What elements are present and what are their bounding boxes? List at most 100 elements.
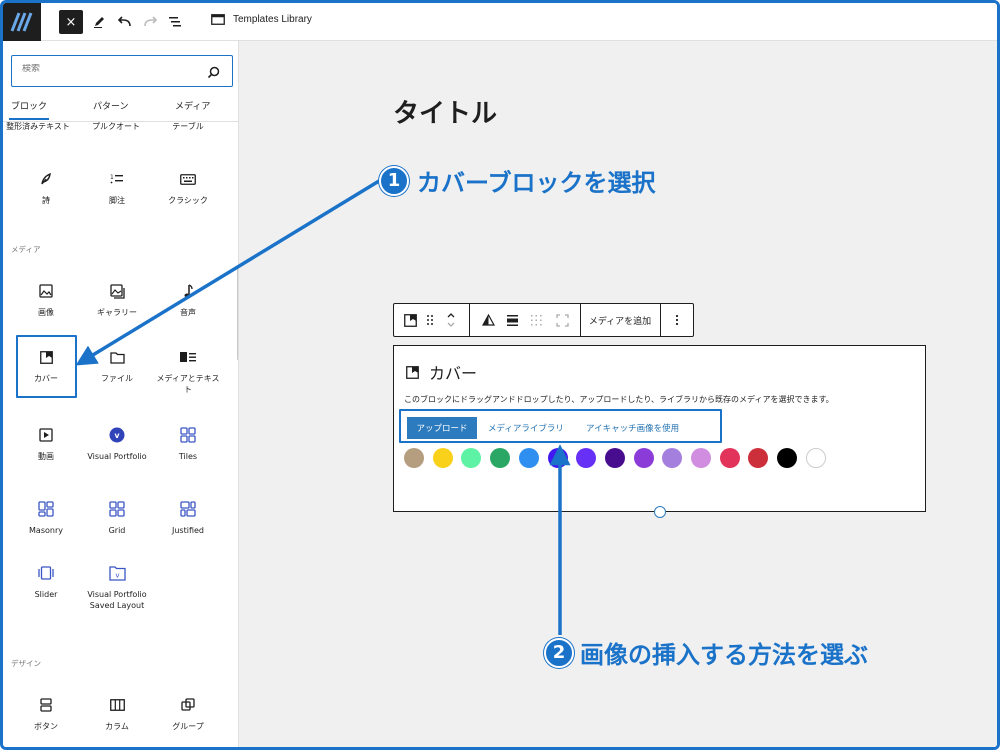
color-swatch[interactable] [691,448,711,468]
block-group[interactable]: グループ [153,695,223,732]
document-overview-icon[interactable] [163,10,187,34]
block-gallery[interactable]: ギャラリー [82,281,152,318]
block-label: テーブル [172,122,204,131]
svg-text:v: v [115,572,119,580]
color-swatch[interactable] [777,448,798,468]
block-label: Visual Portfolio Saved Layout [87,590,147,610]
toolbar-divider [469,304,470,336]
color-swatch[interactable] [404,448,424,468]
cover-type-icon[interactable] [400,304,420,336]
block-label: ボタン [34,722,58,731]
screenshot-frame: × Templates Library ブロック パターン メディア [0,0,1000,750]
color-swatch[interactable] [432,448,453,468]
block-label: Slider [34,590,58,599]
color-swatch[interactable] [547,448,568,468]
color-swatch[interactable] [748,448,769,468]
add-media-button[interactable]: メディアを追加 [582,304,658,336]
block-label: メディアとテキスト [156,374,220,394]
block-media-text[interactable]: メディアとテキスト [153,347,223,395]
move-up-down-icon[interactable] [442,304,460,336]
folder-icon [82,347,152,367]
svg-text:v: v [114,431,120,440]
block-inserter-sidebar: ブロック パターン メディア 整形済みテキスト プルクオート テーブル 詩 1 … [3,41,239,747]
block-masonry[interactable]: Masonry [11,499,81,536]
block-tiles[interactable]: Tiles [153,425,223,462]
block-table[interactable]: テーブル [153,121,223,132]
block-label: 画像 [38,308,54,317]
step2-number: 2 [544,637,574,668]
color-swatch[interactable] [633,448,654,468]
step2-text: 画像の挿入する方法を選ぶ [580,641,868,669]
masonry-icon [11,499,81,519]
block-justified[interactable]: Justified [153,499,223,536]
color-swatch[interactable] [719,448,740,468]
drag-handle-icon[interactable] [422,304,438,336]
site-logo-icon[interactable] [3,3,41,41]
search-input[interactable] [22,64,192,74]
gallery-icon [82,281,152,301]
block-label: 音声 [180,308,196,317]
block-label: 詩 [42,196,50,205]
tab-blocks[interactable]: ブロック [8,99,50,120]
block-file[interactable]: ファイル [82,347,152,384]
music-note-icon [153,281,223,301]
block-audio[interactable]: 音声 [153,281,223,318]
block-label: ギャラリー [97,308,137,317]
block-preformatted[interactable]: 整形済みテキスト [3,121,73,132]
color-swatch[interactable] [576,448,597,468]
annotation-step1: 1 カバーブロックを選択 [379,163,656,198]
page-title[interactable]: タイトル [393,93,497,130]
block-vp-saved-layout[interactable]: v Visual Portfolio Saved Layout [82,563,152,611]
saved-layout-icon: v [82,563,152,583]
color-swatch[interactable] [461,448,482,468]
block-slider[interactable]: Slider [11,563,81,600]
color-swatch[interactable] [805,448,826,468]
block-columns[interactable]: カラム [82,695,152,732]
block-pullquote[interactable]: プルクオート [81,121,151,132]
media-library-button[interactable]: メディアライブラリ [488,417,564,439]
toolbar-divider [660,304,661,336]
fullscreen-icon[interactable] [552,304,572,336]
cover-block-instructions: このブロックにドラッグアンドドロップしたり、アップロードしたり、ライブラリから既… [404,395,834,404]
top-toolbar: × Templates Library [3,3,997,41]
undo-icon[interactable] [113,10,137,34]
block-label: クラシック [168,196,208,205]
tab-media[interactable]: メディア [175,99,210,112]
resize-handle[interactable] [654,506,666,518]
document-title[interactable]: Templates Library [211,14,312,25]
block-image[interactable]: 画像 [11,281,81,318]
color-swatch[interactable] [518,448,539,468]
close-button[interactable]: × [59,10,83,34]
cover-block-placeholder[interactable]: カバー このブロックにドラッグアンドドロップしたり、アップロードしたり、ライブラ… [393,345,926,518]
feather-icon [11,169,81,189]
featured-image-button[interactable]: アイキャッチ画像を使用 [586,417,679,439]
upload-button[interactable]: アップロード [407,417,477,439]
tab-patterns[interactable]: パターン [93,99,129,112]
block-verse[interactable]: 詩 [11,169,81,206]
svg-text:1: 1 [110,174,114,181]
block-search[interactable] [11,55,233,87]
block-label: カラム [105,722,129,731]
color-swatch[interactable] [490,448,511,468]
block-label: 動画 [38,452,54,461]
color-swatch[interactable] [662,448,683,468]
duotone-icon[interactable] [478,304,498,336]
block-label: プルクオート [92,122,140,131]
inserter-tabs: ブロック パターン メディア [3,97,238,121]
redo-icon[interactable] [138,10,162,34]
block-grid[interactable]: Grid [82,499,152,536]
block-classic[interactable]: クラシック [153,169,223,206]
more-options-icon[interactable] [664,304,690,336]
group-icon [153,695,223,715]
step1-text: カバーブロックを選択 [417,169,656,197]
block-buttons[interactable]: ボタン [11,695,81,732]
color-swatch[interactable] [604,448,625,468]
content-position-icon[interactable] [526,304,546,336]
edit-pencil-icon[interactable] [87,10,111,34]
search-icon[interactable] [207,64,220,83]
align-center-icon[interactable] [502,304,522,336]
block-visual-portfolio[interactable]: v Visual Portfolio [82,425,152,462]
block-footnotes[interactable]: 1 脚注 [82,169,152,206]
toolbar-divider [580,304,581,336]
block-video[interactable]: 動画 [11,425,81,462]
